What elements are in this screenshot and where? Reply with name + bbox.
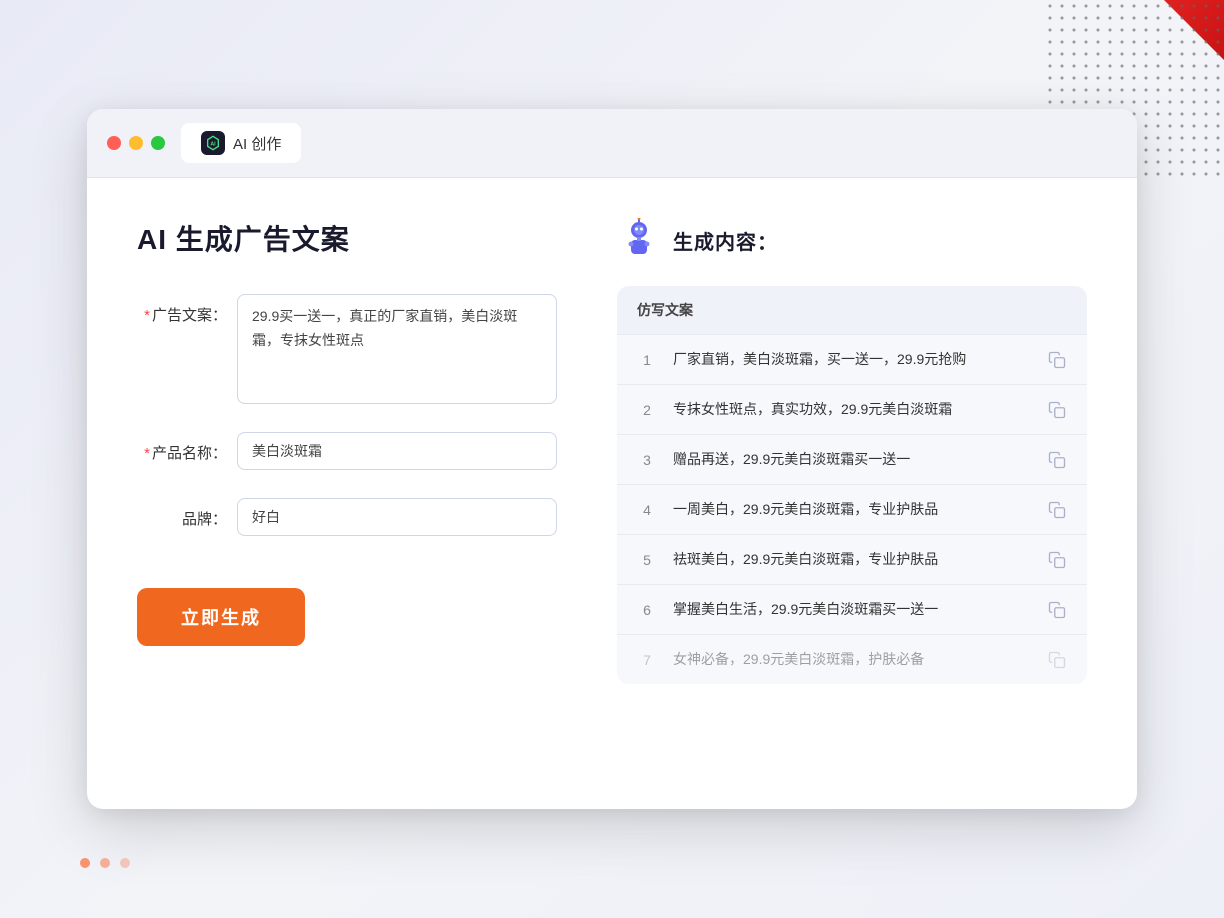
- table-header: 仿写文案: [617, 286, 1087, 335]
- result-title: 生成内容：: [673, 226, 778, 255]
- robot-icon: [617, 218, 661, 262]
- row-text: 掌握美白生活，29.9元美白淡斑霜买一送一: [673, 599, 1031, 620]
- row-text: 厂家直销，美白淡斑霜，买一送一，29.9元抢购: [673, 349, 1031, 370]
- main-content: AI 生成广告文案 广告文案： 产品名称： 品牌： 立即生成: [87, 178, 1137, 798]
- window-controls: [107, 136, 165, 150]
- minimize-button[interactable]: [129, 136, 143, 150]
- table-row: 6 掌握美白生活，29.9元美白淡斑霜买一送一: [617, 585, 1087, 635]
- row-number: 7: [637, 652, 657, 668]
- ad-copy-input[interactable]: [237, 294, 557, 404]
- product-name-label: 产品名称：: [137, 432, 227, 463]
- row-number: 6: [637, 602, 657, 618]
- row-text: 专抹女性斑点，真实功效，29.9元美白淡斑霜: [673, 399, 1031, 420]
- row-text: 女神必备，29.9元美白淡斑霜，护肤必备: [673, 649, 1031, 670]
- table-row: 1 厂家直销，美白淡斑霜，买一送一，29.9元抢购: [617, 335, 1087, 385]
- left-panel: AI 生成广告文案 广告文案： 产品名称： 品牌： 立即生成: [137, 218, 557, 758]
- product-name-input[interactable]: [237, 432, 557, 470]
- copy-icon[interactable]: [1047, 400, 1067, 420]
- table-row: 7 女神必备，29.9元美白淡斑霜，护肤必备: [617, 635, 1087, 684]
- browser-window: AI AI 创作 AI 生成广告文案 广告文案： 产品名称： 品牌：: [87, 109, 1137, 809]
- title-bar: AI AI 创作: [87, 109, 1137, 178]
- ai-hex-icon: AI: [205, 135, 221, 151]
- result-header: 生成内容：: [617, 218, 1087, 262]
- row-text: 赠品再送，29.9元美白淡斑霜买一送一: [673, 449, 1031, 470]
- table-row: 2 专抹女性斑点，真实功效，29.9元美白淡斑霜: [617, 385, 1087, 435]
- result-table: 仿写文案 1 厂家直销，美白淡斑霜，买一送一，29.9元抢购 2 专抹女性斑点，…: [617, 286, 1087, 684]
- copy-icon[interactable]: [1047, 450, 1067, 470]
- brand-input[interactable]: [237, 498, 557, 536]
- copy-icon[interactable]: [1047, 500, 1067, 520]
- ai-tab[interactable]: AI AI 创作: [181, 123, 301, 163]
- page-title: AI 生成广告文案: [137, 218, 557, 258]
- row-text: 祛斑美白，29.9元美白淡斑霜，专业护肤品: [673, 549, 1031, 570]
- row-number: 5: [637, 552, 657, 568]
- svg-text:AI: AI: [210, 142, 216, 148]
- tab-icon: AI: [201, 131, 225, 155]
- row-number: 2: [637, 402, 657, 418]
- brand-group: 品牌：: [137, 498, 557, 536]
- ad-copy-label: 广告文案：: [137, 294, 227, 325]
- close-button[interactable]: [107, 136, 121, 150]
- ad-copy-group: 广告文案：: [137, 294, 557, 404]
- right-panel: 生成内容： 仿写文案 1 厂家直销，美白淡斑霜，买一送一，29.9元抢购 2 专…: [617, 218, 1087, 758]
- copy-icon[interactable]: [1047, 350, 1067, 370]
- table-row: 5 祛斑美白，29.9元美白淡斑霜，专业护肤品: [617, 535, 1087, 585]
- copy-icon[interactable]: [1047, 550, 1067, 570]
- row-number: 1: [637, 352, 657, 368]
- generate-button[interactable]: 立即生成: [137, 588, 305, 646]
- product-name-group: 产品名称：: [137, 432, 557, 470]
- maximize-button[interactable]: [151, 136, 165, 150]
- copy-icon[interactable]: [1047, 650, 1067, 670]
- row-number: 4: [637, 502, 657, 518]
- brand-label: 品牌：: [137, 498, 227, 529]
- row-text: 一周美白，29.9元美白淡斑霜，专业护肤品: [673, 499, 1031, 520]
- copy-icon[interactable]: [1047, 600, 1067, 620]
- tab-label: AI 创作: [233, 133, 281, 154]
- table-row: 4 一周美白，29.9元美白淡斑霜，专业护肤品: [617, 485, 1087, 535]
- row-number: 3: [637, 452, 657, 468]
- table-row: 3 赠品再送，29.9元美白淡斑霜买一送一: [617, 435, 1087, 485]
